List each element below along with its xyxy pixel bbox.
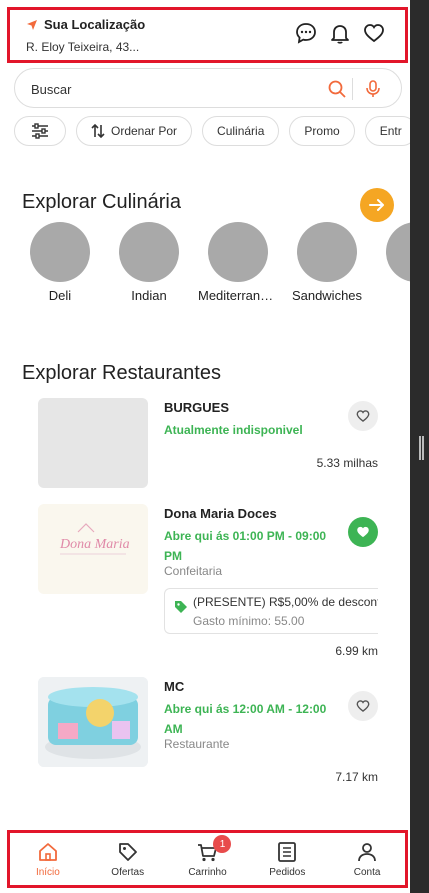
favorite-button[interactable] <box>348 517 378 547</box>
restaurant-name: BURGUES <box>164 400 230 415</box>
cuisine-image <box>208 222 268 282</box>
sort-chip[interactable]: Ordenar Por <box>76 116 193 146</box>
cuisine-item[interactable]: Indian <box>119 222 179 303</box>
arrow-right-icon <box>369 199 384 211</box>
search-bar <box>14 68 402 108</box>
coupon-card[interactable]: (PRESENTE) R$5,00% de desconto Gasto mín… <box>164 588 378 634</box>
cuisine-item[interactable]: Mediterranean <box>198 222 278 303</box>
cuisine-label: Indian <box>131 288 167 303</box>
coupon-tag-icon <box>175 601 187 613</box>
svg-text:Dona Maria: Dona Maria <box>59 537 130 552</box>
promo-chip[interactable]: Promo <box>289 116 355 146</box>
restaurant-status: Atualmente indisponivel <box>164 423 303 437</box>
cuisine-image <box>386 222 410 282</box>
filter-chips: Ordenar Por Culinária Promo Entr <box>14 116 410 146</box>
cuisine-label: B <box>386 288 410 303</box>
cuisine-item[interactable]: Sandwiches <box>292 222 362 303</box>
heart-outline-icon <box>356 410 370 422</box>
cuisine-image <box>30 222 90 282</box>
cuisine-label: Mediterranean <box>198 288 278 303</box>
coupon-title: (PRESENTE) R$5,00% de desconto <box>193 595 378 609</box>
dona-maria-logo-icon: Dona Maria <box>59 523 130 555</box>
restaurant-card[interactable]: Dona Maria Dona Maria Doces Abre qui ás … <box>38 504 378 658</box>
restaurants-section-title: Explorar Restaurantes <box>22 362 221 384</box>
cake-photo-icon <box>38 677 148 767</box>
sort-chip-label: Ordenar Por <box>111 124 178 138</box>
restaurant-distance: 7.17 km <box>335 770 378 784</box>
heart-filled-icon <box>357 526 369 538</box>
promo-chip-label: Promo <box>304 124 340 138</box>
delivery-chip-label: Entr <box>379 124 402 138</box>
cuisine-image <box>119 222 179 282</box>
restaurant-category: Confeitaria <box>164 564 223 578</box>
sliders-icon <box>32 123 48 139</box>
cuisine-carousel: Deli Indian Mediterranean Sandwiches B <box>30 222 410 303</box>
cuisine-section-title: Explorar Culinária <box>22 191 181 213</box>
sort-arrows-icon <box>91 123 105 139</box>
restaurant-image <box>38 398 148 488</box>
restaurant-name: MC <box>164 679 185 694</box>
favorite-button[interactable] <box>348 401 378 431</box>
scroll-gutter <box>410 0 429 893</box>
cuisine-label: Deli <box>48 288 72 303</box>
restaurant-image <box>38 677 148 767</box>
cuisine-item[interactable]: Deli <box>30 222 90 303</box>
cuisine-chip-label: Culinária <box>217 124 265 138</box>
restaurant-distance: 6.99 km <box>335 644 378 658</box>
coupon-minimum: Gasto mínimo: 55.00 <box>193 614 305 628</box>
restaurant-name: Dona Maria Doces <box>164 506 277 521</box>
restaurant-card[interactable]: MC Abre qui ás 12:00 AM - 12:00 AM Resta… <box>38 677 378 787</box>
cuisine-image <box>297 222 357 282</box>
favorite-button[interactable] <box>348 691 378 721</box>
restaurant-logo: Dona Maria <box>38 504 148 594</box>
restaurant-distance: 5.33 milhas <box>316 456 378 470</box>
restaurant-status: Abre qui ás 12:00 AM - 12:00 AM <box>164 702 327 736</box>
app-screen: Sua Localização R. Eloy Teixeira, 43... <box>0 0 410 893</box>
header-highlight-frame <box>7 7 408 63</box>
scroll-handle[interactable] <box>419 436 424 460</box>
cuisine-label: Sandwiches <box>291 288 363 303</box>
nav-highlight-frame <box>7 830 408 888</box>
heart-outline-icon <box>356 700 370 712</box>
cuisine-chip[interactable]: Culinária <box>202 116 280 146</box>
filter-settings-chip[interactable] <box>14 116 66 146</box>
see-all-cuisines-button[interactable] <box>360 188 394 222</box>
search-input[interactable] <box>31 79 311 99</box>
search-divider <box>352 78 353 100</box>
restaurant-category: Restaurante <box>164 737 230 751</box>
cuisine-item[interactable]: B <box>386 222 410 303</box>
microphone-icon[interactable] <box>363 79 383 99</box>
search-icon[interactable] <box>327 79 347 99</box>
restaurant-card[interactable]: BURGUES Atualmente indisponivel 5.33 mil… <box>38 398 378 488</box>
restaurant-status: Abre qui ás 01:00 PM - 09:00 PM <box>164 529 327 563</box>
delivery-chip[interactable]: Entr <box>364 116 410 146</box>
